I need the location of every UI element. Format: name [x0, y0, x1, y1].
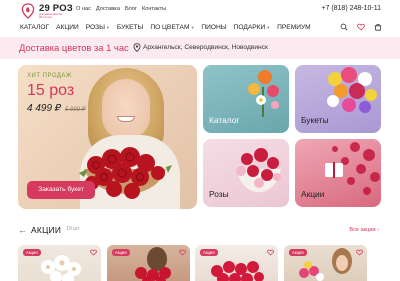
logo-icon[interactable]: [20, 3, 36, 19]
nav-item-label: ПОДАРКИ: [233, 24, 266, 31]
favorite-heart-icon[interactable]: [90, 249, 97, 256]
nav-item-label: ПИОНЫ: [201, 24, 227, 31]
tile-promotions[interactable]: Акции: [295, 139, 381, 207]
promotions-header: ← АКЦИИ 19 шт: [18, 225, 79, 235]
search-icon[interactable]: [340, 23, 348, 31]
product-card[interactable]: Акция: [284, 245, 367, 281]
promotions-title: АКЦИИ: [31, 225, 62, 235]
bouquet-image: [327, 67, 377, 113]
favorite-heart-icon[interactable]: [267, 249, 274, 256]
tile-label: Букеты: [301, 115, 329, 125]
location-pin-icon: [133, 43, 141, 52]
tile-roses[interactable]: Розы: [203, 139, 289, 207]
nav-item-catalog[interactable]: КАТАЛОГ: [20, 24, 49, 31]
brand-subtitle: доставка цветов 29.12 лет: [39, 12, 62, 19]
link-delivery[interactable]: Доставка: [96, 6, 120, 12]
heart-icon[interactable]: [357, 23, 365, 31]
nav-item-roses[interactable]: РОЗЫ▼: [86, 24, 110, 31]
order-bouquet-button[interactable]: Заказать букет: [27, 181, 95, 199]
link-about[interactable]: О нас: [76, 6, 91, 12]
chevron-down-icon: ▼: [190, 25, 195, 30]
main-nav: КАТАЛОГ АКЦИИ РОЗЫ▼ БУКЕТЫ ПО ЦВЕТАМ▼ ПИ…: [0, 22, 400, 36]
link-contacts[interactable]: Контакты: [142, 6, 166, 12]
chevron-down-icon: ▼: [105, 25, 110, 30]
nav-item-peonies[interactable]: ПИОНЫ: [201, 24, 226, 31]
delivery-strip: Доставка цветов за 1 час Архангельск, Се…: [0, 37, 400, 59]
hero-tag: ХИТ ПРОДАЖ: [27, 73, 72, 79]
tile-catalog[interactable]: Каталог: [203, 65, 289, 133]
product-card[interactable]: Акция: [107, 245, 190, 281]
tile-bouquets[interactable]: Букеты: [295, 65, 381, 133]
nav-item-label: БУКЕТЫ: [116, 24, 144, 31]
top-links: О нас Доставка Блог Контакты: [76, 6, 166, 12]
promotions-count: 19 шт: [66, 226, 80, 232]
tile-label: Каталог: [209, 115, 240, 125]
nav-item-promotions[interactable]: АКЦИИ: [56, 24, 79, 31]
product-card[interactable]: Акция: [18, 245, 101, 281]
favorite-heart-icon[interactable]: [356, 249, 363, 256]
product-card[interactable]: Акция: [195, 245, 278, 281]
tile-label: Розы: [209, 189, 229, 199]
nav-item-label: ПО ЦВЕТАМ: [150, 24, 190, 31]
nav-item-label: ПРЕМИУМ: [277, 24, 311, 31]
nav-item-label: КАТАЛОГ: [20, 24, 50, 31]
hero-title: 15 роз: [27, 82, 75, 99]
all-promotions-link[interactable]: Все акции ›: [349, 227, 379, 233]
flowers-image: [248, 70, 279, 117]
chevron-down-icon: ▼: [266, 25, 271, 30]
nav-item-label: АКЦИИ: [56, 24, 79, 31]
favorite-heart-icon[interactable]: [179, 249, 186, 256]
hero-face: [102, 79, 150, 139]
promo-badge: Акция: [200, 249, 218, 256]
link-blog[interactable]: Блог: [125, 6, 137, 12]
arrow-left-icon[interactable]: ←: [18, 225, 27, 235]
nav-item-bouquets[interactable]: БУКЕТЫ: [117, 24, 143, 31]
hero-banner[interactable]: ХИТ ПРОДАЖ 15 роз 4 499 ₽ 5 999 ₽ Заказа…: [18, 65, 197, 209]
nav-item-label: РОЗЫ: [85, 24, 105, 31]
promo-badge: Акция: [112, 249, 130, 256]
tile-label: Акции: [301, 189, 325, 199]
delivery-title: Доставка цветов за 1 час: [19, 42, 129, 53]
nav-item-by-flowers[interactable]: ПО ЦВЕТАМ▼: [150, 24, 194, 31]
top-bar: 29 РОЗ доставка цветов 29.12 лет О нас Д…: [0, 0, 400, 22]
phone-number[interactable]: +7 (818) 248-10-11: [321, 5, 381, 12]
delivery-cities[interactable]: Архангельск, Северодвинск, Новодвинск: [143, 44, 268, 51]
cart-icon[interactable]: [374, 23, 382, 31]
nav-item-gifts[interactable]: ПОДАРКИ▼: [234, 24, 271, 31]
promo-badge: Акция: [289, 249, 307, 256]
nav-item-premium[interactable]: ПРЕМИУМ: [277, 24, 310, 31]
hero-price: 4 499 ₽: [27, 103, 62, 114]
roses-image: [236, 148, 281, 193]
promo-badge: Акция: [23, 249, 41, 256]
hero-old-price: 5 999 ₽: [65, 107, 86, 113]
